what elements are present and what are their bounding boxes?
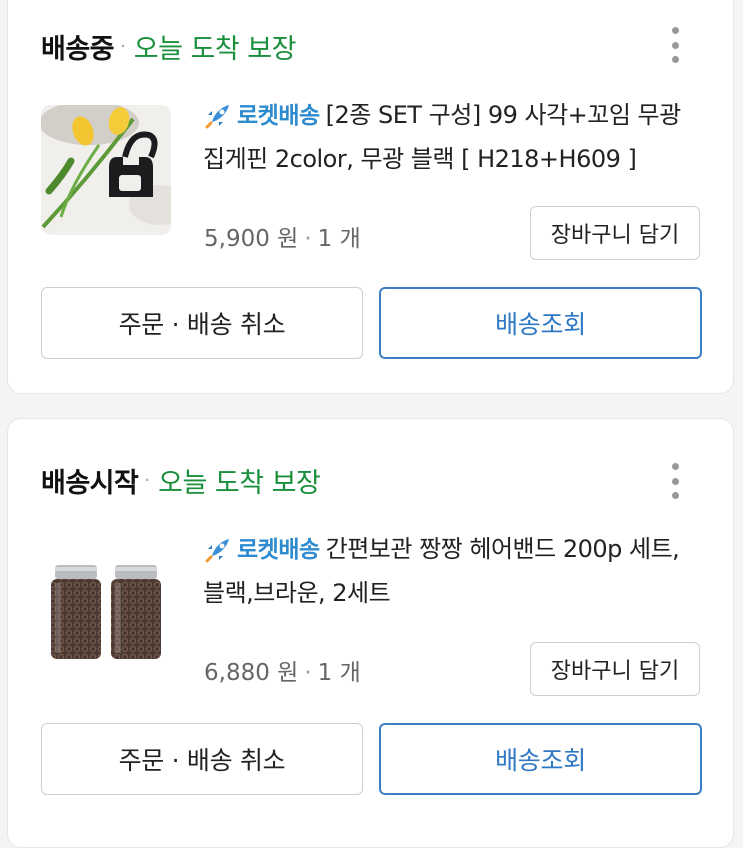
product-image[interactable] <box>41 549 171 679</box>
product-title[interactable]: 로켓배송 간편보관 짱짱 헤어밴드 200p 세트, 블랙,브라운, 2세트 <box>203 528 703 615</box>
rocket-icon <box>205 105 229 129</box>
more-options-icon[interactable] <box>665 27 685 63</box>
order-card: 배송중 · 오늘 도착 보장 로켓배송 [2종 SET 구성] 99 사각+꼬임… <box>7 0 734 394</box>
order-status: 배송중 <box>41 34 115 65</box>
separator-dot: · <box>304 660 312 686</box>
price-row: 5,900 원 · 1 개 <box>204 219 361 253</box>
quantity: 1 개 <box>317 660 361 686</box>
rocket-delivery-badge: 로켓배송 <box>203 529 320 572</box>
price: 5,900 원 <box>204 226 299 252</box>
delivery-guarantee: 오늘 도착 보장 <box>133 34 297 65</box>
order-status-row: 배송중 · 오늘 도착 보장 <box>41 27 296 66</box>
quantity: 1 개 <box>317 226 361 252</box>
separator-dot: · <box>304 226 312 252</box>
separator-dot: · <box>144 470 151 491</box>
add-to-cart-button[interactable]: 장바구니 담기 <box>530 206 700 260</box>
cancel-order-button[interactable]: 주문 · 배송 취소 <box>41 287 363 359</box>
price: 6,880 원 <box>204 660 299 686</box>
price-row: 6,880 원 · 1 개 <box>204 653 361 687</box>
delivery-guarantee: 오늘 도착 보장 <box>158 468 321 499</box>
order-status: 배송시작 <box>41 468 139 499</box>
separator-dot: · <box>120 36 126 57</box>
cancel-order-button[interactable]: 주문 · 배송 취소 <box>41 723 363 795</box>
track-delivery-button[interactable]: 배송조회 <box>379 287 702 359</box>
rocket-delivery-badge: 로켓배송 <box>203 95 320 138</box>
order-status-row: 배송시작 · 오늘 도착 보장 <box>41 461 321 500</box>
product-image[interactable] <box>41 105 171 235</box>
track-delivery-button[interactable]: 배송조회 <box>379 723 702 795</box>
more-options-icon[interactable] <box>665 463 685 499</box>
rocket-icon <box>205 539 229 563</box>
product-title[interactable]: 로켓배송 [2종 SET 구성] 99 사각+꼬임 무광 집게핀 2color,… <box>203 94 703 181</box>
add-to-cart-button[interactable]: 장바구니 담기 <box>530 642 700 696</box>
order-card: 배송시작 · 오늘 도착 보장 로켓배송 간편보관 짱짱 헤어밴드 200p 세… <box>7 418 734 848</box>
